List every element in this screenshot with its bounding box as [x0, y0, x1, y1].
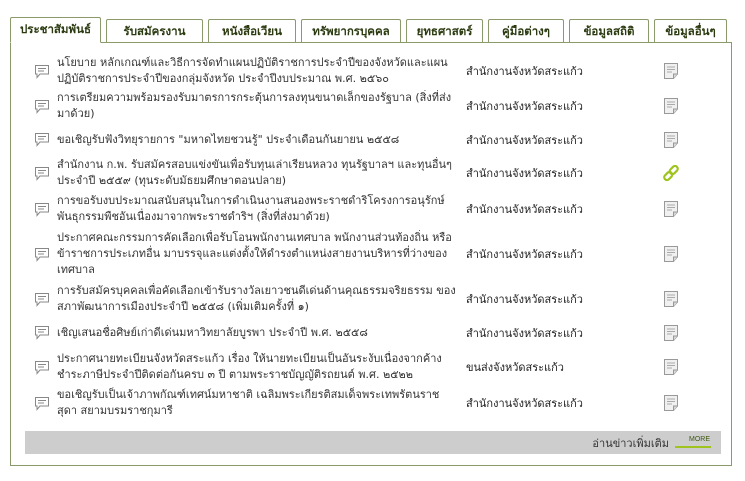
tab-public-relations[interactable]: ประชาสัมพันธ์	[10, 17, 101, 43]
news-agency: สำนักงานจังหวัดสระแก้ว	[466, 133, 583, 147]
speech-bubble-icon	[23, 64, 57, 79]
link-icon[interactable]	[622, 164, 719, 182]
read-more-bar: อ่านข่าวเพิ่มเติม MORE	[25, 431, 721, 454]
tab-jobs[interactable]: รับสมัครงาน	[106, 19, 203, 43]
tab-label: ประชาสัมพันธ์	[20, 22, 91, 36]
document-icon[interactable]	[622, 62, 719, 80]
speech-bubble-icon	[23, 166, 57, 181]
news-item[interactable]: ประกาศคณะกรรมการคัดเลือกเพื่อรับโอนพนักง…	[23, 227, 719, 281]
news-item[interactable]: ขอเชิญรับฟังวิทยุรายการ "มหาดไทยชวนรู้" …	[23, 124, 719, 155]
more-badge[interactable]: MORE	[675, 436, 711, 450]
news-agency: สำนักงานจังหวัดสระแก้ว	[466, 167, 583, 180]
tab-label: รับสมัครงาน	[123, 23, 186, 38]
tab-circulars[interactable]: หนังสือเวียน	[208, 19, 296, 43]
news-item[interactable]: ประกาศนายทะเบียนจังหวัดสระแก้ว เรื่อง ให…	[23, 348, 719, 386]
news-item[interactable]: ขอเชิญรับเป็นเจ้าภาพกัณฑ์เทศน์มหาชาติ เฉ…	[23, 386, 719, 420]
news-item[interactable]: เชิญเสนอชื่อศิษย์เก่าดีเด่นมหาวิทยาลัยบู…	[23, 317, 719, 348]
document-icon[interactable]	[622, 97, 719, 115]
news-title[interactable]: สำนักงาน ก.พ. รับสมัครสอบแข่งขันเพื่อรับ…	[57, 157, 462, 189]
news-item[interactable]: สำนักงาน ก.พ. รับสมัครสอบแข่งขันเพื่อรับ…	[23, 155, 719, 191]
news-list: นโยบาย หลักเกณฑ์และวิธีการจัดทำแผนปฏิบัต…	[23, 54, 719, 420]
news-title[interactable]: การรับสมัครบุคคลเพื่อคัดเลือกเข้ารับรางว…	[57, 283, 462, 315]
document-icon[interactable]	[622, 245, 719, 263]
speech-bubble-icon	[23, 99, 57, 114]
news-title[interactable]: การเตรียมความพร้อมรองรับมาตรการกระตุ้นกา…	[57, 90, 462, 122]
news-agency: สำนักงานจังหวัดสระแก้ว	[466, 248, 583, 261]
news-item[interactable]: นโยบาย หลักเกณฑ์และวิธีการจัดทำแผนปฏิบัต…	[23, 54, 719, 88]
tab-label: ข้อมูลสถิติ	[583, 23, 635, 38]
speech-bubble-icon	[23, 202, 57, 217]
speech-bubble-icon	[23, 396, 57, 411]
tab-label: ข้อมูลอื่นๆ	[665, 23, 716, 38]
news-title[interactable]: ประกาศคณะกรรมการคัดเลือกเพื่อรับโอนพนักง…	[57, 230, 462, 278]
speech-bubble-icon	[23, 325, 57, 340]
news-panel: นโยบาย หลักเกณฑ์และวิธีการจัดทำแผนปฏิบัต…	[10, 42, 732, 466]
tab-label: หนังสือเวียน	[222, 23, 282, 38]
tab-label: ยุทธศาสตร์	[416, 23, 473, 38]
news-item[interactable]: การขอรับงบประมาณสนับสนุนในการดำเนินงานสน…	[23, 191, 719, 227]
news-agency: สำนักงานจังหวัดสระแก้ว	[466, 65, 583, 78]
news-agency: สำนักงานจังหวัดสระแก้ว	[466, 203, 583, 216]
document-icon[interactable]	[622, 131, 719, 149]
speech-bubble-icon	[23, 292, 57, 307]
news-agency: ขนส่งจังหวัดสระแก้ว	[466, 361, 564, 374]
tab-label: คู่มือต่างๆ	[502, 23, 550, 38]
news-title[interactable]: ขอเชิญรับเป็นเจ้าภาพกัณฑ์เทศน์มหาชาติ เฉ…	[57, 387, 462, 419]
document-icon[interactable]	[622, 324, 719, 342]
speech-bubble-icon	[23, 247, 57, 262]
tab-label: ทรัพยากรบุคคล	[312, 23, 390, 38]
news-agency: สำนักงานจังหวัดสระแก้ว	[466, 397, 583, 410]
news-agency: สำนักงานจังหวัดสระแก้ว	[466, 293, 583, 306]
read-more-link[interactable]: อ่านข่าวเพิ่มเติม	[592, 434, 669, 452]
news-title[interactable]: เชิญเสนอชื่อศิษย์เก่าดีเด่นมหาวิทยาลัยบู…	[57, 325, 462, 341]
news-title[interactable]: นโยบาย หลักเกณฑ์และวิธีการจัดทำแผนปฏิบัต…	[57, 55, 462, 87]
news-item[interactable]: การรับสมัครบุคคลเพื่อคัดเลือกเข้ารับรางว…	[23, 281, 719, 317]
tab-bar: ประชาสัมพันธ์ รับสมัครงาน หนังสือเวียน ท…	[10, 17, 732, 43]
news-agency: สำนักงานจังหวัดสระแก้ว	[466, 326, 583, 340]
news-title[interactable]: การขอรับงบประมาณสนับสนุนในการดำเนินงานสน…	[57, 193, 462, 225]
tab-statistics[interactable]: ข้อมูลสถิติ	[569, 19, 649, 43]
speech-bubble-icon	[23, 132, 57, 147]
more-underline	[675, 445, 711, 448]
speech-bubble-icon	[23, 360, 57, 375]
news-agency: สำนักงานจังหวัดสระแก้ว	[466, 100, 583, 113]
news-title[interactable]: ประกาศนายทะเบียนจังหวัดสระแก้ว เรื่อง ให…	[57, 351, 462, 383]
tab-manuals[interactable]: คู่มือต่างๆ	[488, 19, 564, 43]
document-icon[interactable]	[622, 394, 719, 412]
tab-other-info[interactable]: ข้อมูลอื่นๆ	[654, 19, 727, 43]
document-icon[interactable]	[622, 290, 719, 308]
tab-human-resources[interactable]: ทรัพยากรบุคคล	[301, 19, 401, 43]
news-item[interactable]: การเตรียมความพร้อมรองรับมาตรการกระตุ้นกา…	[23, 88, 719, 124]
news-title[interactable]: ขอเชิญรับฟังวิทยุรายการ "มหาดไทยชวนรู้" …	[57, 132, 462, 148]
more-badge-text: MORE	[689, 435, 710, 443]
document-icon[interactable]	[622, 358, 719, 376]
document-icon[interactable]	[622, 200, 719, 218]
tab-strategy[interactable]: ยุทธศาสตร์	[406, 19, 483, 43]
